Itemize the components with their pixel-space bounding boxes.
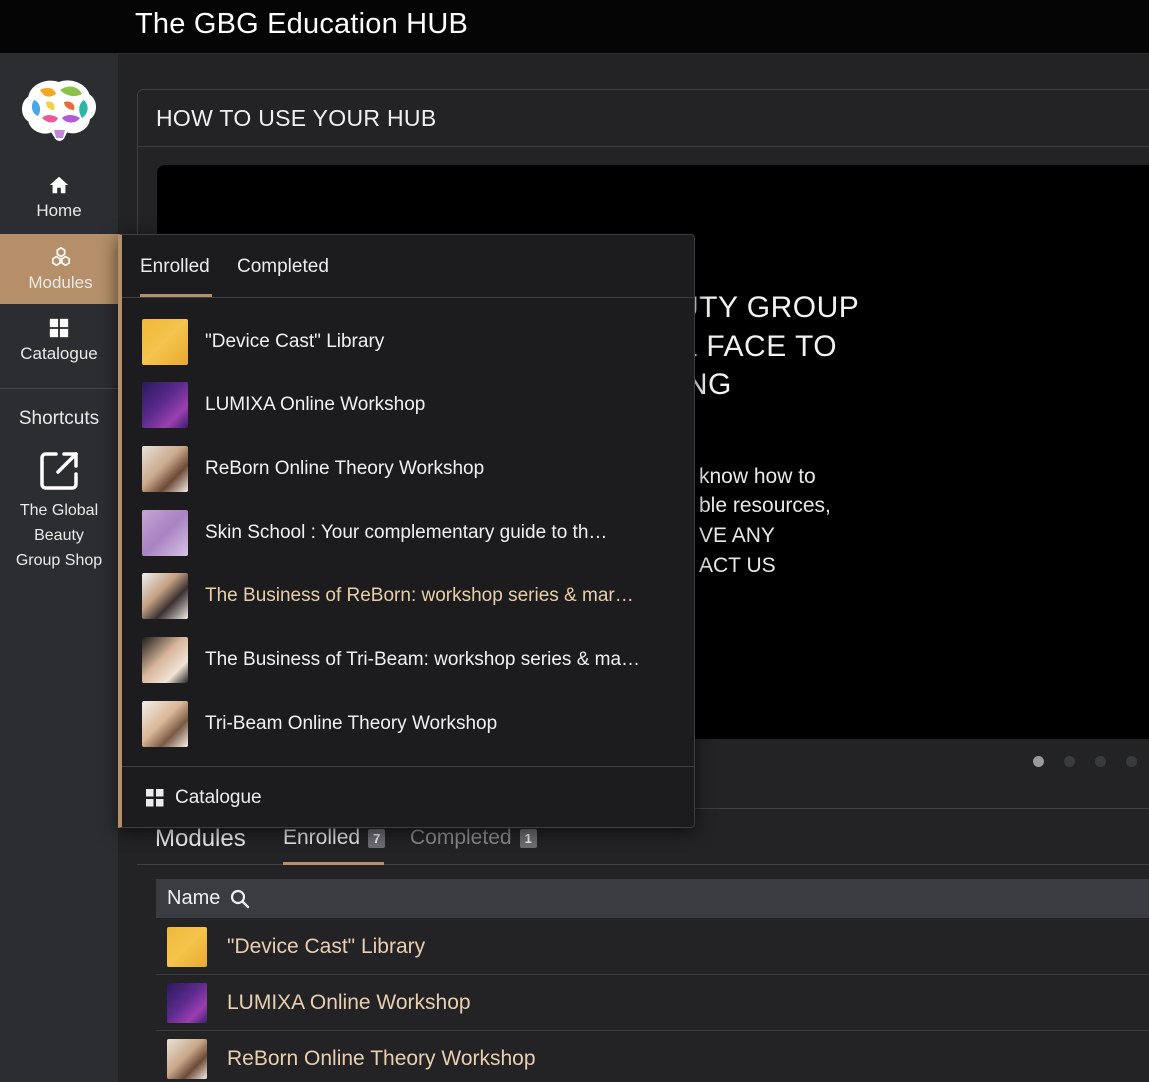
sidebar-item-catalogue[interactable]: Catalogue [0, 305, 118, 375]
shortcut-label-line3: Group Shop [15, 552, 103, 569]
sidebar-item-modules[interactable]: Modules [0, 234, 121, 304]
modules-dropdown: Enrolled Completed "Device Cast" Library… [118, 234, 695, 828]
dropdown-tabs: Enrolled Completed [122, 235, 695, 298]
carousel-dot[interactable] [1033, 756, 1044, 767]
modules-section: Modules Enrolled 7 Completed 1 Name "Dev… [137, 808, 1149, 1082]
module-thumbnail [167, 1038, 207, 1079]
brain-logo-icon[interactable] [18, 78, 100, 144]
carousel-dots [1033, 756, 1137, 767]
dropdown-item[interactable]: LUMIXA Online Workshop [142, 381, 682, 429]
external-link-icon [40, 452, 78, 490]
sidebar-item-home[interactable]: Home [0, 162, 118, 232]
module-thumbnail [142, 382, 188, 428]
module-thumbnail [167, 926, 207, 967]
dropdown-tab-completed[interactable]: Completed [237, 256, 329, 278]
table-header: Name [156, 879, 1149, 918]
shortcut-label-line2: Beauty [34, 527, 84, 544]
module-name: ReBorn Online Theory Workshop [227, 1046, 536, 1070]
dropdown-item-label: The Business of ReBorn: workshop series … [205, 585, 634, 606]
completed-count-badge: 1 [519, 828, 537, 848]
carousel-dot[interactable] [1126, 756, 1137, 767]
panel-title: HOW TO USE YOUR HUB [138, 90, 1149, 147]
tab-completed-label: Completed [410, 826, 512, 849]
dropdown-catalogue-label: Catalogue [175, 786, 262, 808]
dropdown-tab-enrolled[interactable]: Enrolled [140, 256, 210, 278]
video-body-line: ACT US [699, 554, 776, 577]
video-body-line: ble resources, [699, 494, 831, 517]
dropdown-item-label: Tri-Beam Online Theory Workshop [205, 713, 498, 734]
dropdown-item[interactable]: Skin School : Your complementary guide t… [142, 509, 682, 557]
module-thumbnail [142, 510, 188, 556]
dropdown-item[interactable]: "Device Cast" Library [142, 318, 682, 366]
video-body-line: know how to [699, 465, 816, 488]
module-name: "Device Cast" Library [227, 934, 426, 958]
modules-title: Modules [155, 825, 246, 852]
module-thumbnail [142, 319, 188, 365]
dropdown-item-label: Skin School : Your complementary guide t… [205, 522, 608, 543]
sidebar: Home Modules Catalogue Shortcuts The Glo… [0, 54, 121, 1082]
module-thumbnail [142, 637, 188, 683]
grid-icon [49, 318, 69, 337]
video-heading-line: UTY GROUP [677, 291, 860, 324]
tab-enrolled[interactable]: Enrolled 7 [283, 826, 386, 850]
table-row[interactable]: ReBorn Online Theory Workshop [156, 1031, 1149, 1082]
sidebar-item-label: Catalogue [20, 343, 98, 363]
module-thumbnail [142, 573, 188, 619]
dropdown-item[interactable]: The Business of ReBorn: workshop series … [142, 572, 682, 620]
module-thumbnail [167, 982, 207, 1023]
video-heading-line: & FACE TO [677, 330, 838, 363]
table-row[interactable]: "Device Cast" Library [156, 919, 1149, 975]
modules-icon [51, 246, 70, 266]
carousel-dot[interactable] [1095, 756, 1106, 767]
module-thumbnail [142, 701, 188, 747]
table-row[interactable]: LUMIXA Online Workshop [156, 975, 1149, 1031]
dropdown-item-label: The Business of Tri-Beam: workshop serie… [205, 649, 641, 670]
dropdown-item-label: "Device Cast" Library [205, 331, 385, 352]
shortcut-global-beauty-group-shop[interactable]: The Global Beauty Group Shop [0, 450, 118, 573]
active-tab-underline [140, 294, 212, 297]
tab-enrolled-label: Enrolled [283, 826, 361, 849]
app-title: The GBG Education HUB [135, 8, 469, 40]
dropdown-item[interactable]: The Business of Tri-Beam: workshop serie… [142, 636, 682, 684]
dropdown-item[interactable]: ReBorn Online Theory Workshop [142, 445, 682, 493]
sidebar-divider [0, 388, 118, 389]
top-bar: The GBG Education HUB [0, 0, 1149, 54]
column-header-name[interactable]: Name [167, 887, 220, 910]
shortcuts-label: Shortcuts [18, 408, 100, 429]
sidebar-item-label: Modules [28, 272, 93, 292]
dropdown-item-label: ReBorn Online Theory Workshop [205, 458, 485, 479]
carousel-dot[interactable] [1064, 756, 1075, 767]
module-name: LUMIXA Online Workshop [227, 990, 471, 1014]
dropdown-catalogue-link[interactable]: Catalogue [122, 766, 695, 828]
grid-icon [146, 788, 164, 806]
shortcut-label-line1: The Global [19, 502, 99, 519]
active-tab-underline [283, 862, 384, 865]
tab-completed[interactable]: Completed 1 [410, 826, 537, 850]
video-body-line: VE ANY [699, 524, 775, 547]
dropdown-item[interactable]: Tri-Beam Online Theory Workshop [142, 700, 682, 748]
sidebar-item-label: Home [36, 200, 82, 220]
search-icon[interactable] [230, 889, 250, 909]
module-thumbnail [142, 446, 188, 492]
dropdown-item-label: LUMIXA Online Workshop [205, 394, 426, 415]
home-icon [49, 176, 69, 193]
enrolled-count-badge: 7 [368, 828, 386, 848]
